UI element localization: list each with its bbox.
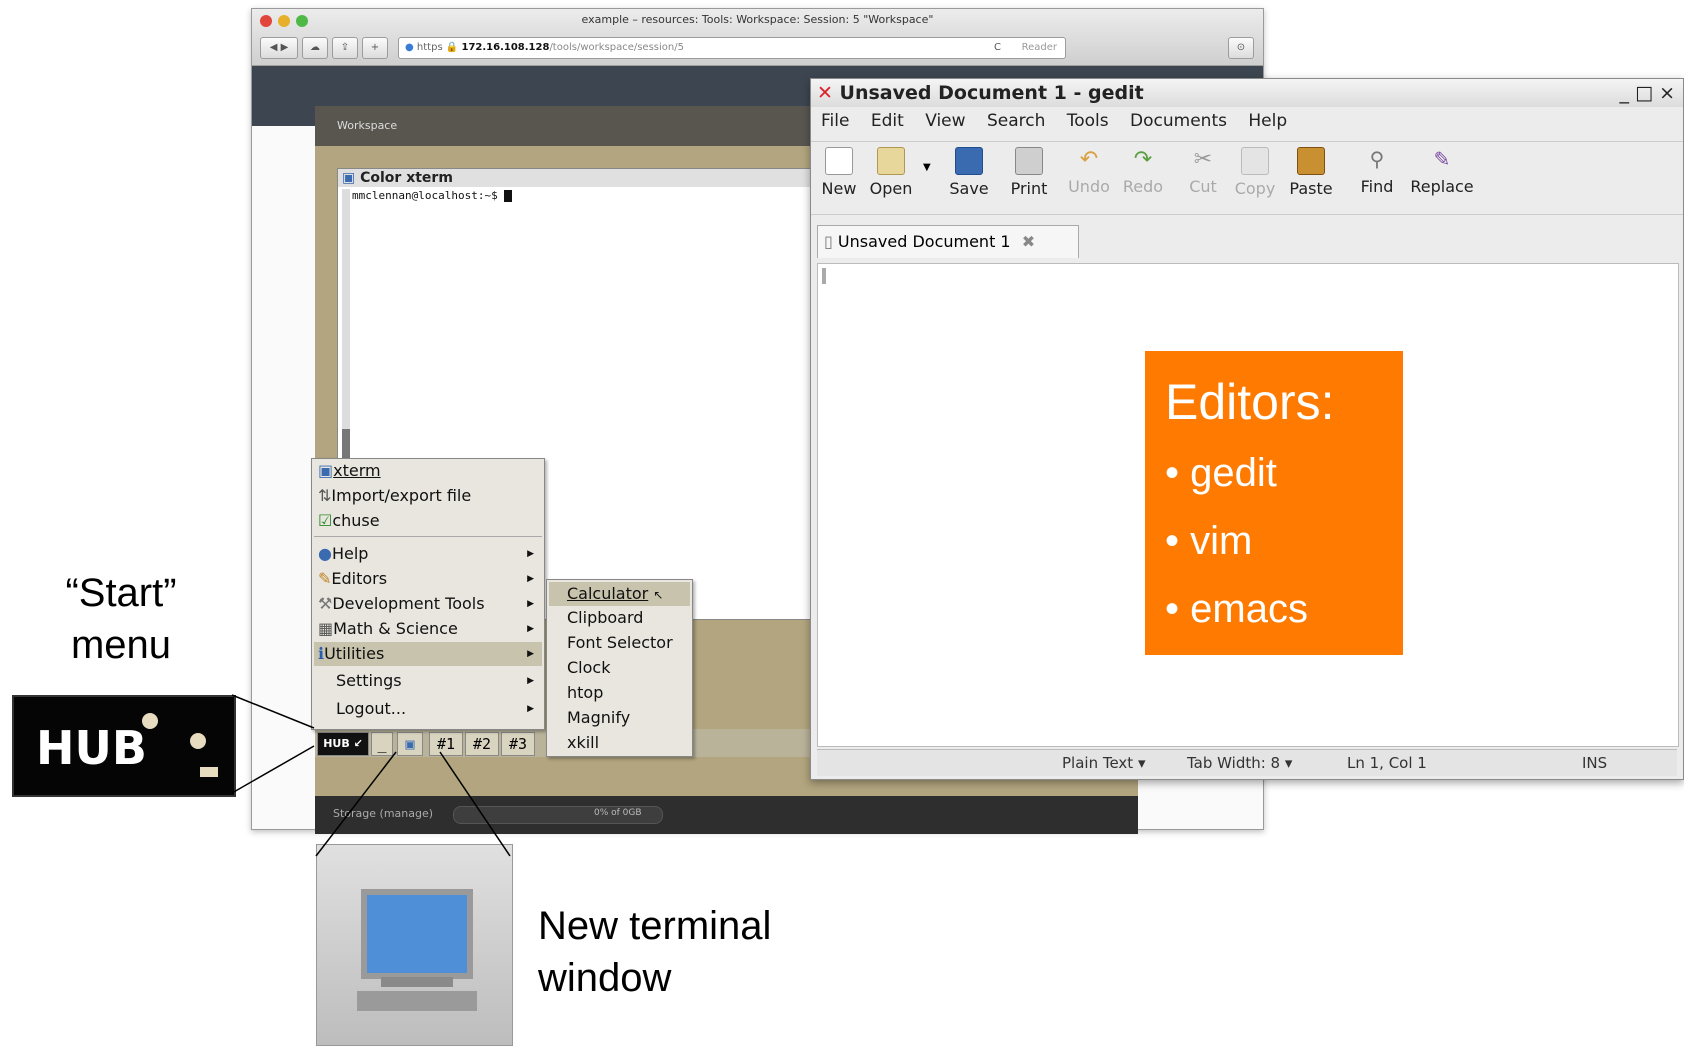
leader-line-bottom — [231, 745, 315, 794]
leader-line-top — [231, 694, 315, 729]
leader-line-right — [439, 751, 511, 857]
annotation-leader-lines — [231, 694, 511, 857]
leader-line-left — [315, 751, 397, 857]
